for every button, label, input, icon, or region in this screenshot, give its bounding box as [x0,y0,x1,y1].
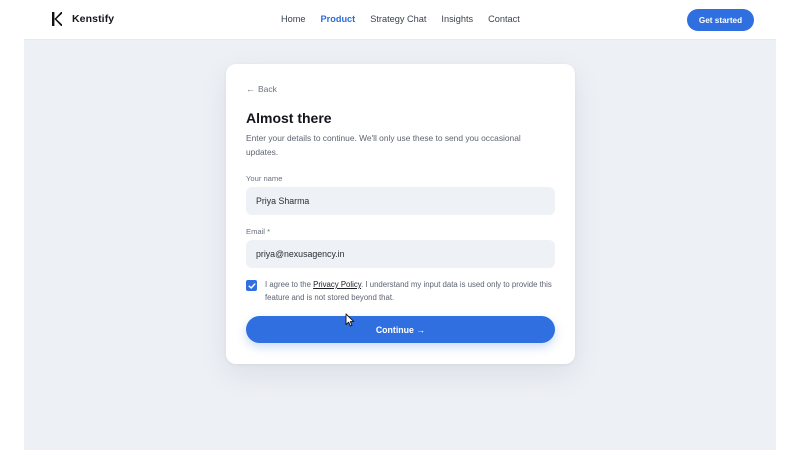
brand-name: Kenstify [72,13,115,25]
email-label: Email * [246,227,271,236]
back-link[interactable]: ← Back [246,84,277,94]
name-input[interactable] [246,187,555,215]
consent-row: I agree to the Privacy Policy. I underst… [246,279,558,304]
mouse-pointer-icon [345,313,355,327]
nav-link-home[interactable]: Home [281,14,306,24]
form-subtitle: Enter your details to continue. We'll on… [246,133,521,157]
email-input[interactable] [246,240,555,268]
consent-checkbox[interactable] [246,280,257,291]
main-nav: Home Product Strategy Chat Insights Cont… [281,14,520,24]
consent-text: I agree to the Privacy Policy. I underst… [265,279,558,304]
name-label: Your name [246,174,283,183]
arrow-left-icon: ← [246,84,255,94]
back-label: Back [258,84,277,94]
brand[interactable]: Kenstify [52,12,114,26]
check-icon [248,282,255,289]
top-navbar: Kenstify Home Product Strategy Chat Insi… [24,0,776,40]
get-started-button[interactable]: Get started [687,9,754,31]
nav-link-insights[interactable]: Insights [441,14,473,24]
continue-button[interactable]: Continue → [246,316,555,343]
nav-link-strategy-chat[interactable]: Strategy Chat [370,14,426,24]
privacy-policy-link[interactable]: Privacy Policy [313,280,361,289]
consent-prefix: I agree to the [265,280,314,289]
k-logo-icon [52,12,62,26]
nav-link-product[interactable]: Product [321,14,356,24]
page-title: Almost there [246,110,332,126]
details-form-card: ← Back Almost there Enter your details t… [226,64,575,364]
nav-link-contact[interactable]: Contact [488,14,520,24]
